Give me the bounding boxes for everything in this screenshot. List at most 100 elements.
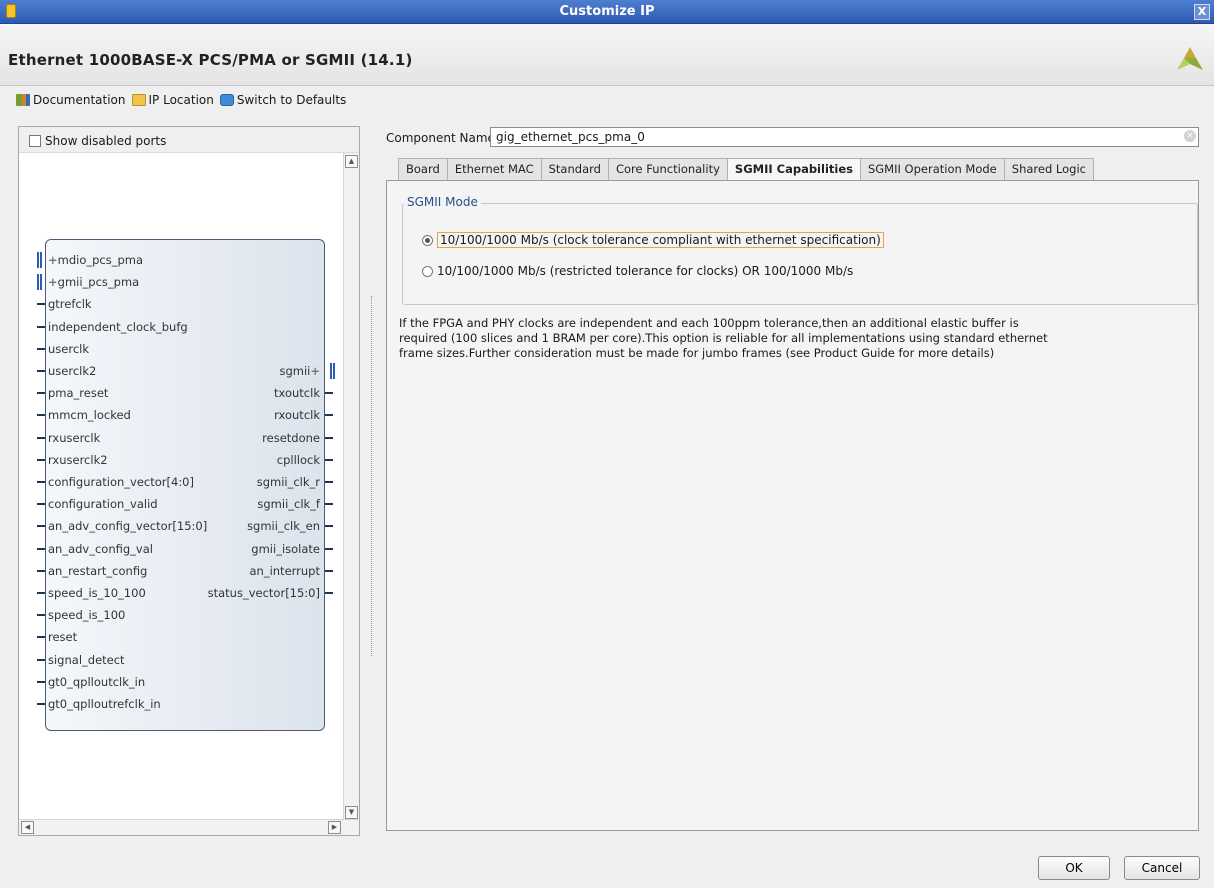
symbol-panel-header: Show disabled ports [19, 127, 359, 153]
pin-stub [325, 458, 333, 461]
expand-icon[interactable]: + [48, 253, 58, 267]
tab-core-functionality[interactable]: Core Functionality [607, 158, 728, 180]
pin-stub [37, 525, 45, 528]
pin-stub [37, 392, 45, 395]
port-mdio-pcs-pma[interactable]: +mdio_pcs_pma [37, 252, 143, 268]
port-label: pma_reset [48, 386, 109, 401]
documentation-button[interactable]: Documentation [16, 93, 126, 107]
port-label: an_interrupt [249, 563, 320, 578]
window-titlebar: Customize IP X [0, 0, 1214, 24]
port-an-adv-config-val[interactable]: an_adv_config_val [37, 541, 153, 557]
horizontal-scrollbar[interactable]: ◀ ▶ [19, 819, 359, 835]
tab-board[interactable]: Board [398, 158, 448, 180]
port-signal-detect[interactable]: signal_detect [37, 652, 125, 668]
port-label: sgmii_clk_r [256, 475, 320, 489]
scroll-up-icon[interactable]: ▲ [345, 155, 358, 168]
port-gt0-qplloutclk-in[interactable]: gt0_qplloutclk_in [37, 674, 146, 690]
port-sgmii-clk-en[interactable]: sgmii_clk_en [247, 518, 333, 534]
port-gmii-isolate[interactable]: gmii_isolate [251, 541, 333, 557]
expand-icon[interactable]: + [48, 275, 58, 289]
port-txoutclk[interactable]: txoutclk [274, 385, 333, 401]
sgmii-mode-option-1[interactable]: 10/100/1000 Mb/s (clock tolerance compli… [422, 232, 884, 248]
radio-icon[interactable] [422, 265, 433, 277]
port-gtrefclk[interactable]: gtrefclk [37, 296, 92, 312]
description-line: required (100 slices and 1 BRAM per core… [399, 331, 1048, 345]
scroll-down-icon[interactable]: ▼ [345, 806, 358, 819]
show-disabled-ports-checkbox[interactable] [29, 135, 41, 147]
scroll-left-icon[interactable]: ◀ [21, 821, 34, 834]
tab-bar: Board Ethernet MAC Standard Core Functional… [398, 158, 1094, 181]
tab-shared-logic[interactable]: Shared Logic [1003, 158, 1094, 180]
port-label: signal_detect [48, 652, 125, 667]
bus-interface-icon [37, 274, 42, 291]
port-label: configuration_vector[4:0] [48, 475, 194, 489]
port-pma-reset[interactable]: pma_reset [37, 385, 109, 401]
port-mmcm-locked[interactable]: mmcm_locked [37, 407, 131, 423]
component-name-input[interactable] [490, 127, 1199, 147]
splitter-handle[interactable] [371, 296, 372, 656]
port-label: userclk2 [48, 364, 97, 378]
scroll-right-icon[interactable]: ▶ [328, 821, 341, 834]
port-rxuserclk2[interactable]: rxuserclk2 [37, 452, 108, 468]
port-resetdone[interactable]: resetdone [262, 430, 333, 446]
port-configuration-vector[interactable]: configuration_vector[4:0] [37, 474, 194, 490]
port-label: sgmii_clk_en [247, 519, 320, 534]
ip-header: Ethernet 1000BASE-X PCS/PMA or SGMII (14… [0, 24, 1214, 86]
show-disabled-ports-label: Show disabled ports [45, 134, 167, 148]
port-gt0-qplloutrefclk-in[interactable]: gt0_qplloutrefclk_in [37, 696, 161, 712]
port-userclk[interactable]: userclk [37, 341, 89, 357]
port-an-interrupt[interactable]: an_interrupt [249, 563, 333, 579]
sgmii-mode-option-2-label: 10/100/1000 Mb/s (restricted tolerance f… [437, 264, 854, 278]
port-rxuserclk[interactable]: rxuserclk [37, 430, 100, 446]
pin-stub [37, 614, 45, 617]
pin-stub [37, 414, 45, 417]
expand-icon[interactable]: + [310, 364, 320, 378]
radio-icon[interactable] [422, 234, 433, 246]
pin-stub [325, 592, 333, 594]
ok-button[interactable]: OK [1038, 856, 1110, 880]
port-label: gmii_isolate [251, 541, 320, 556]
port-label: an_adv_config_val [48, 541, 153, 556]
pin-stub [37, 370, 45, 372]
port-label: sgmii_clk_f [257, 497, 320, 512]
port-an-restart-config[interactable]: an_restart_config [37, 563, 147, 579]
port-sgmii-clk-f[interactable]: sgmii_clk_f [257, 496, 333, 512]
cancel-button[interactable]: Cancel [1124, 856, 1200, 880]
port-sgmii-clk-r[interactable]: sgmii_clk_r [256, 474, 333, 490]
sgmii-mode-title: SGMII Mode [404, 195, 481, 209]
port-cplllock[interactable]: cplllock [277, 452, 333, 468]
pin-stub [37, 503, 45, 506]
pin-stub [37, 547, 45, 550]
port-label: gt0_qplloutrefclk_in [48, 697, 161, 711]
port-status-vector[interactable]: status_vector[15:0] [208, 585, 333, 601]
port-gmii-pcs-pma[interactable]: +gmii_pcs_pma [37, 274, 139, 291]
tab-ethernet-mac[interactable]: Ethernet MAC [446, 158, 542, 180]
port-label: gt0_qplloutclk_in [48, 674, 146, 689]
sgmii-mode-option-2[interactable]: 10/100/1000 Mb/s (restricted tolerance f… [422, 264, 853, 278]
port-userclk2[interactable]: userclk2 [37, 363, 97, 379]
ip-location-label: IP Location [148, 93, 214, 107]
port-speed-is-10-100[interactable]: speed_is_10_100 [37, 585, 146, 601]
switch-defaults-button[interactable]: Switch to Defaults [219, 93, 346, 107]
port-label: independent_clock_bufg [48, 319, 188, 334]
ip-block-symbol[interactable]: +mdio_pcs_pma +gmii_pcs_pma gtrefclk indepe… [37, 239, 335, 731]
port-an-adv-config-vector[interactable]: an_adv_config_vector[15:0] [37, 518, 207, 534]
port-label: mmcm_locked [48, 408, 131, 423]
ip-location-button[interactable]: IP Location [131, 93, 214, 107]
close-button[interactable]: X [1194, 4, 1210, 20]
port-speed-is-100[interactable]: speed_is_100 [37, 607, 125, 623]
port-configuration-valid[interactable]: configuration_valid [37, 496, 158, 512]
tab-standard[interactable]: Standard [540, 158, 609, 180]
tab-sgmii-operation-mode[interactable]: SGMII Operation Mode [859, 158, 1005, 180]
toolbar: Documentation IP Location Switch to Defa… [0, 90, 352, 110]
sgmii-mode-group [402, 203, 1198, 305]
clear-input-icon[interactable]: × [1184, 130, 1196, 142]
port-reset[interactable]: reset [37, 629, 77, 645]
port-sgmii[interactable]: sgmii+ [279, 363, 335, 379]
port-rxoutclk[interactable]: rxoutclk [274, 407, 333, 423]
port-label: rxoutclk [274, 408, 320, 423]
vertical-scrollbar[interactable]: ▲ ▼ [343, 153, 359, 819]
tab-sgmii-capabilities[interactable]: SGMII Capabilities [726, 158, 861, 181]
pin-stub [37, 436, 45, 439]
port-independent-clock-bufg[interactable]: independent_clock_bufg [37, 319, 188, 335]
